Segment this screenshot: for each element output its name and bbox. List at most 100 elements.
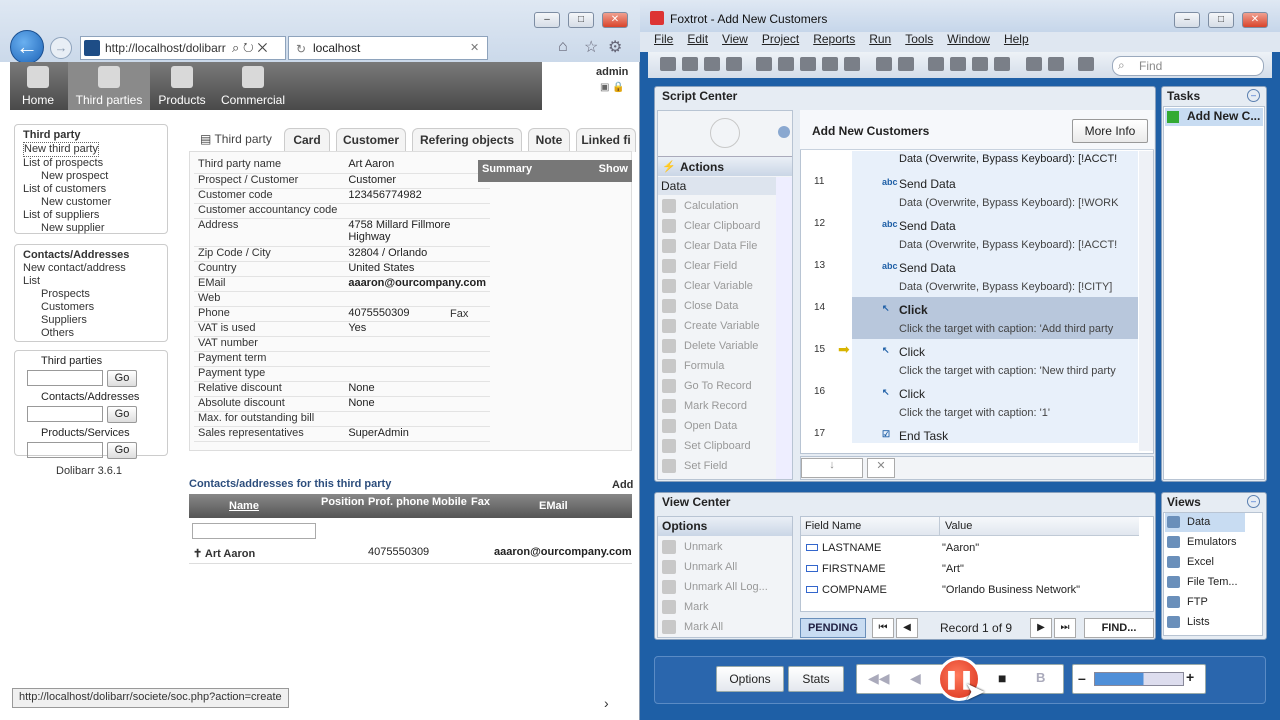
menu-help[interactable]: Help [1004,32,1029,46]
go-button[interactable]: Go [107,442,137,459]
lock-icon[interactable] [994,57,1010,71]
value-header[interactable]: Value [945,520,972,532]
tab-note[interactable]: Note [528,128,570,152]
cut-icon[interactable] [778,57,794,71]
browser-tab[interactable]: localhost [288,36,488,60]
last-record-icon[interactable]: ⏭ [1054,618,1076,638]
disable-icon[interactable] [950,57,966,71]
menu-tools[interactable]: Tools [905,32,933,46]
pending-button[interactable]: PENDING [800,618,866,638]
add-contact-link[interactable]: Add [612,479,633,491]
insert-down-icon[interactable]: ↓ [801,458,863,478]
action-item[interactable]: Clear Variable [662,276,753,296]
delete-icon[interactable] [844,57,860,71]
stats-button[interactable]: Stats [788,666,844,692]
field-name-header[interactable]: Field Name [805,520,861,532]
go-button[interactable]: Go [107,370,137,387]
collapse-icon[interactable]: – [1247,495,1260,508]
col-position[interactable]: Position [321,496,364,508]
action-item[interactable]: Open Data [662,416,737,436]
view-item[interactable]: Data [1165,513,1245,532]
action-item[interactable]: Formula [662,356,724,376]
action-item[interactable]: Calculation [662,196,738,216]
menu-contact-others[interactable]: Others [23,327,159,340]
nav-products[interactable]: Products [152,62,212,110]
script-step[interactable]: abc Send Data Data (Overwrite, Bypass Keyb… [852,255,1138,297]
action-item[interactable]: Go To Record [662,376,752,396]
tab-refering-objects[interactable]: Refering objects [412,128,522,152]
import-icon[interactable] [726,57,742,71]
menu-new-supplier[interactable]: New supplier [23,222,159,235]
menu-run[interactable]: Run [869,32,891,46]
fx-minimize-button[interactable]: – [1174,12,1200,28]
actions-header[interactable]: Actions ⚡ [658,156,792,176]
record-icon[interactable] [972,57,988,71]
settings-gear-icon[interactable]: ⚙ [608,37,622,57]
search-contacts-input[interactable] [27,406,103,422]
option-item[interactable]: Mark [662,597,708,617]
expand-arrow-icon[interactable] [778,126,790,138]
action-item[interactable]: Set Field [662,456,727,476]
collapse-icon[interactable]: – [1247,89,1260,102]
menu-new-contact[interactable]: New contact/address [23,262,159,275]
script-step[interactable]: abc Send Data Data (Overwrite, Bypass Keyb… [852,213,1138,255]
script-scrollbar[interactable] [1139,151,1153,451]
first-record-icon[interactable]: ⏮ [872,618,894,638]
paste-icon[interactable] [822,57,838,71]
menu-file[interactable]: File [654,32,673,46]
search-third-parties-input[interactable] [27,370,103,386]
view-item[interactable]: Lists [1165,613,1245,632]
favorites-star-icon[interactable]: ☆ [584,37,598,57]
breakpoint-icon[interactable]: B [1036,670,1045,685]
menu-contact-customers[interactable]: Customers [23,301,159,314]
open-icon[interactable] [682,57,698,71]
rewind-icon[interactable]: ◀◀ [868,670,890,687]
menu-new-prospect[interactable]: New prospect [23,170,159,183]
col-prof-phone[interactable]: Prof. phone [368,496,429,508]
stop-icon[interactable] [928,57,944,71]
maximize-button[interactable]: □ [568,12,594,28]
step-icon[interactable] [1026,57,1042,71]
option-item[interactable]: Unmark All [662,557,737,577]
tab-customer[interactable]: Customer [336,128,406,152]
close-tab-icon[interactable]: ✕ [470,41,479,54]
actions-scrollbar[interactable] [776,177,792,479]
speed-slider[interactable] [1094,672,1184,686]
nav-third-parties[interactable]: Third parties [68,62,150,110]
new-icon[interactable] [660,57,676,71]
close-window-button[interactable]: ✕ [602,12,628,28]
minimize-button[interactable]: – [534,12,560,28]
find-input[interactable]: Find [1112,56,1264,76]
option-item[interactable]: Unmark [662,537,723,557]
script-row-partial[interactable]: Data (Overwrite, Bypass Keyboard): [!ACC… [852,151,1138,171]
col-email[interactable]: EMail [539,500,568,512]
contact-email[interactable]: aaaron@ourcompany.com [494,546,632,558]
home-icon[interactable]: ⌂ [558,38,568,56]
action-item[interactable]: Delete Variable [662,336,758,356]
action-item[interactable]: Mark Record [662,396,747,416]
run-icon[interactable] [1048,57,1064,71]
menu-view[interactable]: View [722,32,748,46]
view-item[interactable]: FTP [1165,593,1245,612]
menu-project[interactable]: Project [762,32,799,46]
logout-lock-icon[interactable]: ▣ 🔒 [600,82,625,93]
action-item[interactable]: Clear Field [662,256,737,276]
col-name[interactable]: Name [229,500,259,512]
more-info-button[interactable]: More Info [1072,119,1148,143]
tab-linked-files[interactable]: Linked fi [576,128,636,152]
menu-edit[interactable]: Edit [687,32,708,46]
option-item[interactable]: Mark All [662,617,723,637]
task-item[interactable]: Add New C... [1165,108,1263,126]
action-item[interactable]: Set Clipboard [662,436,751,456]
step-back-icon[interactable]: ◀ [910,670,921,687]
script-step[interactable]: ↖ Click Click the target with caption: 'Ne… [852,339,1138,381]
menu-new-third-party[interactable]: New third party [23,142,99,157]
tab-third-party[interactable]: ▤ Third party [200,132,272,146]
fx-close-button[interactable]: ✕ [1242,12,1268,28]
menu-list-suppliers[interactable]: List of suppliers [23,209,159,222]
fx-maximize-button[interactable]: □ [1208,12,1234,28]
view-item[interactable]: Excel [1165,553,1245,572]
field-row[interactable]: FIRSTNAME "Art" [802,559,1138,580]
stop-icon[interactable]: ■ [998,670,1006,686]
back-arrow-icon[interactable]: ← [10,30,44,64]
